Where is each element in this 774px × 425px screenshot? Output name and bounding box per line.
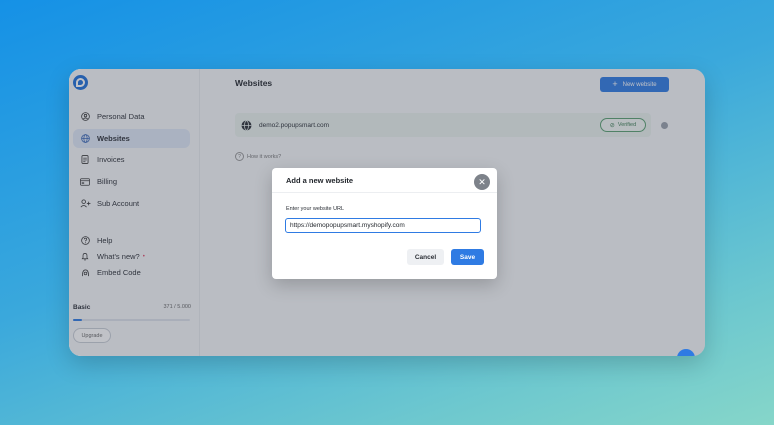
modal-title: Add a new website [286, 176, 354, 185]
modal-header: Add a new website ✕ [272, 168, 497, 193]
cancel-button[interactable]: Cancel [407, 249, 444, 265]
add-website-modal: Add a new website ✕ Enter your website U… [272, 168, 497, 279]
website-url-input[interactable] [285, 218, 481, 233]
save-button[interactable]: Save [451, 249, 484, 265]
url-field-label: Enter your website URL [286, 206, 345, 212]
close-icon[interactable]: ✕ [474, 174, 490, 190]
